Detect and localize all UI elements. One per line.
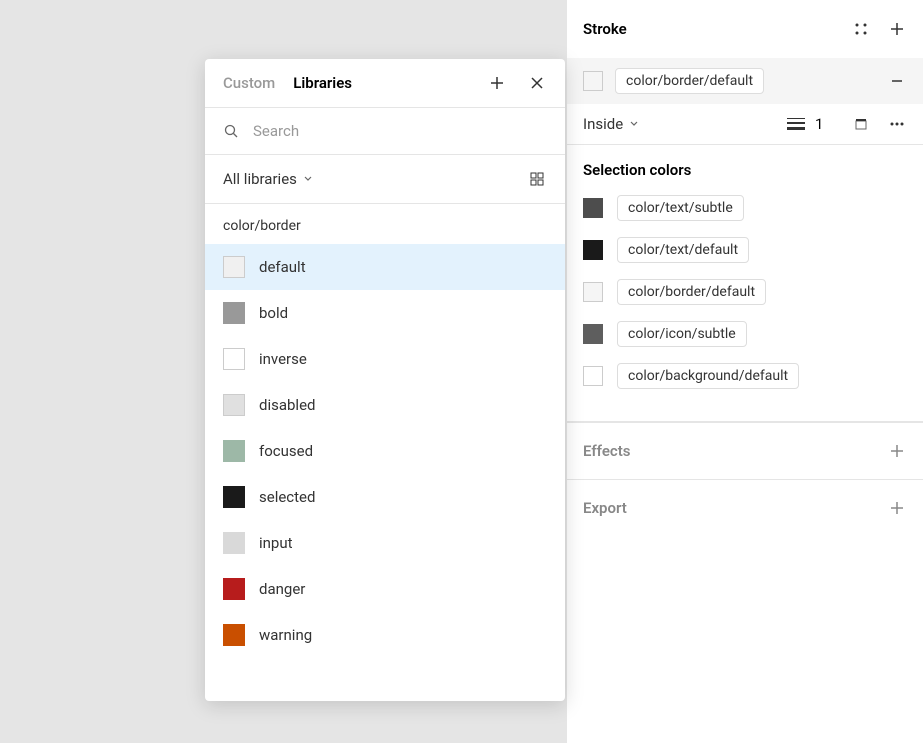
search-input[interactable]	[253, 122, 547, 140]
color-swatch	[223, 394, 245, 416]
color-swatch	[223, 624, 245, 646]
library-color-item[interactable]: input	[205, 520, 565, 566]
stroke-side-icon[interactable]	[851, 114, 871, 134]
color-swatch[interactable]	[583, 324, 603, 344]
remove-stroke-icon[interactable]	[887, 71, 907, 91]
library-color-item[interactable]: selected	[205, 474, 565, 520]
library-header: Custom Libraries	[205, 59, 565, 108]
library-color-item[interactable]: warning	[205, 612, 565, 658]
selection-colors-section: Selection colors color/text/subtlecolor/…	[567, 145, 923, 422]
library-color-item[interactable]: default	[205, 244, 565, 290]
library-color-item[interactable]: bold	[205, 290, 565, 336]
color-token-chip[interactable]: color/icon/subtle	[617, 321, 747, 347]
stroke-align-value: Inside	[583, 115, 623, 133]
library-category: color/border	[205, 204, 565, 244]
library-tabs: Custom Libraries	[223, 74, 487, 92]
color-swatch	[223, 440, 245, 462]
color-swatch	[223, 578, 245, 600]
stroke-align-dropdown[interactable]: Inside	[583, 115, 639, 133]
color-swatch	[223, 348, 245, 370]
library-color-item[interactable]: focused	[205, 428, 565, 474]
properties-panel: Stroke color/border/default Inside	[566, 0, 923, 743]
color-token-chip[interactable]: color/text/subtle	[617, 195, 744, 221]
color-token-chip[interactable]: color/text/default	[617, 237, 749, 263]
library-color-item[interactable]: inverse	[205, 336, 565, 382]
effects-section[interactable]: Effects	[567, 422, 923, 479]
effects-title: Effects	[583, 442, 630, 460]
stroke-header: Stroke	[567, 0, 923, 58]
selection-color-row[interactable]: color/icon/subtle	[583, 321, 907, 347]
export-title: Export	[583, 499, 627, 517]
stroke-swatch[interactable]	[583, 71, 603, 91]
library-item-label: warning	[259, 626, 312, 644]
library-item-label: selected	[259, 488, 315, 506]
library-color-item[interactable]: danger	[205, 566, 565, 612]
selection-color-row[interactable]: color/text/default	[583, 237, 907, 263]
stroke-header-actions	[851, 19, 907, 39]
stroke-weight-control[interactable]: 1	[787, 115, 835, 133]
selection-color-row[interactable]: color/border/default	[583, 279, 907, 305]
stroke-title: Stroke	[583, 20, 627, 38]
stroke-weight-icon	[787, 118, 805, 130]
library-item-label: inverse	[259, 350, 307, 368]
color-swatch[interactable]	[583, 282, 603, 302]
color-swatch	[223, 302, 245, 324]
library-color-item[interactable]: disabled	[205, 382, 565, 428]
stroke-weight-value: 1	[815, 115, 835, 133]
stroke-section: Stroke color/border/default Inside	[567, 0, 923, 145]
close-icon[interactable]	[527, 73, 547, 93]
search-icon	[223, 123, 239, 139]
library-item-label: bold	[259, 304, 288, 322]
color-swatch[interactable]	[583, 240, 603, 260]
library-header-actions	[487, 73, 547, 93]
styles-icon[interactable]	[851, 19, 871, 39]
library-filter-row: All libraries	[205, 155, 565, 204]
library-item-label: focused	[259, 442, 313, 460]
stroke-color-token[interactable]: color/border/default	[615, 68, 764, 94]
more-stroke-options-icon[interactable]	[887, 114, 907, 134]
selection-color-row[interactable]: color/background/default	[583, 363, 907, 389]
library-item-label: disabled	[259, 396, 316, 414]
add-stroke-icon[interactable]	[887, 19, 907, 39]
export-section[interactable]: Export	[567, 479, 923, 536]
color-swatch	[223, 532, 245, 554]
library-picker-panel: Custom Libraries All libraries color/bor…	[205, 59, 565, 701]
color-swatch[interactable]	[583, 366, 603, 386]
color-token-chip[interactable]: color/border/default	[617, 279, 766, 305]
color-swatch	[223, 486, 245, 508]
library-item-label: input	[259, 534, 293, 552]
add-export-icon[interactable]	[887, 498, 907, 518]
stroke-color-row[interactable]: color/border/default	[567, 58, 923, 104]
color-swatch[interactable]	[583, 198, 603, 218]
chevron-down-icon	[629, 119, 639, 129]
tab-custom[interactable]: Custom	[223, 74, 275, 92]
library-filter-value: All libraries	[223, 170, 297, 188]
chevron-down-icon	[303, 174, 313, 184]
add-effect-icon[interactable]	[887, 441, 907, 461]
library-item-label: danger	[259, 580, 305, 598]
tab-libraries[interactable]: Libraries	[293, 74, 352, 92]
library-search-row	[205, 108, 565, 155]
library-item-label: default	[259, 258, 306, 276]
grid-view-icon[interactable]	[527, 169, 547, 189]
new-style-icon[interactable]	[487, 73, 507, 93]
color-token-chip[interactable]: color/background/default	[617, 363, 799, 389]
selection-color-row[interactable]: color/text/subtle	[583, 195, 907, 221]
selection-colors-title: Selection colors	[583, 161, 907, 179]
library-items: color/border default bold inverse disabled f…	[205, 204, 565, 701]
library-filter-dropdown[interactable]: All libraries	[223, 170, 313, 188]
selection-colors-list: color/text/subtle color/text/default color…	[583, 195, 907, 389]
stroke-settings-row: Inside 1	[567, 104, 923, 144]
color-swatch	[223, 256, 245, 278]
